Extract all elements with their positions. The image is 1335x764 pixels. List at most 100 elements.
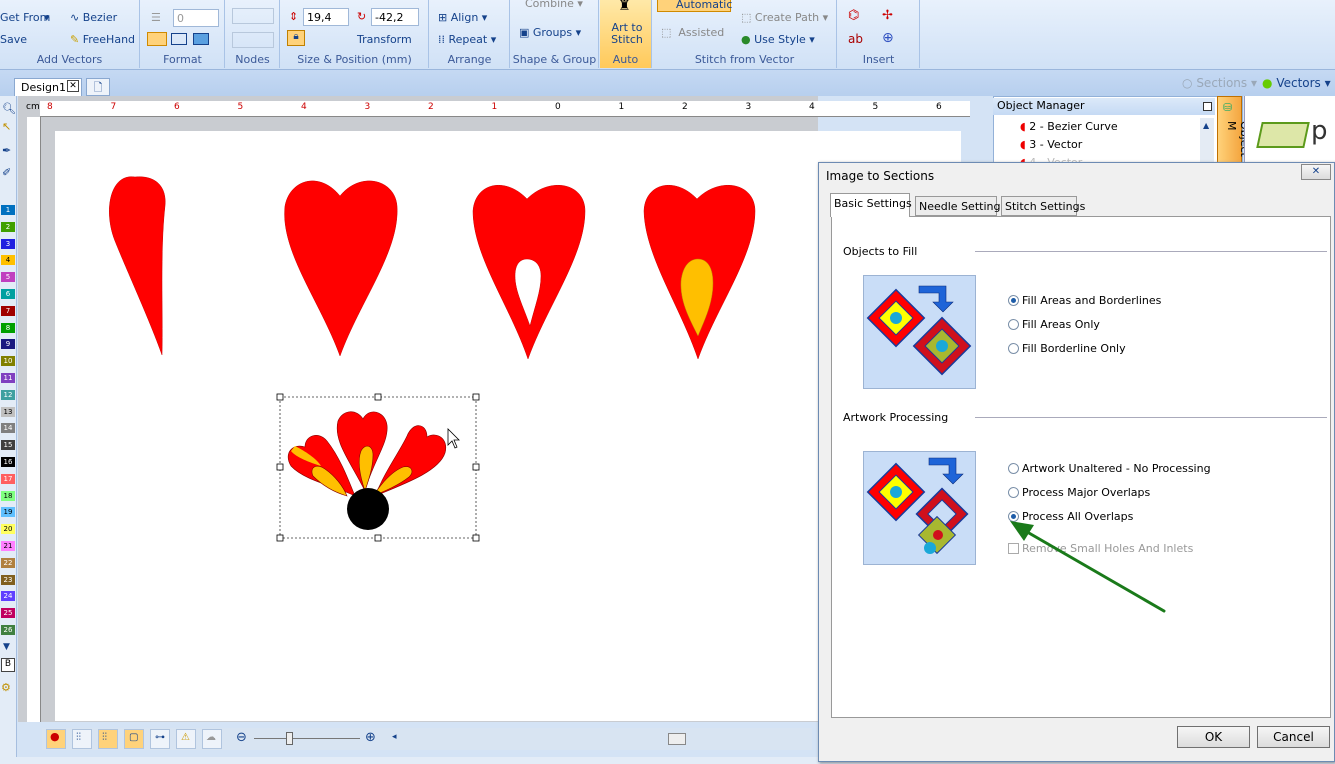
height-spin[interactable]: 19,4 xyxy=(303,8,349,26)
lock-icon[interactable]: 🔒︎ xyxy=(287,30,305,46)
palette-color-9[interactable]: 9 xyxy=(1,339,15,350)
zoom-slider-thumb[interactable] xyxy=(286,732,293,745)
both-format-button[interactable] xyxy=(193,33,209,45)
insert-shape-icon[interactable]: ⌬ xyxy=(848,8,859,23)
palette-color-21[interactable]: 21 xyxy=(1,541,15,551)
palette-color-5[interactable]: 5 xyxy=(1,272,15,283)
palette-color-18[interactable]: 18 xyxy=(1,490,15,501)
palette-color-2[interactable]: 2 xyxy=(1,221,15,232)
tab-basic-settings[interactable]: Basic Settings xyxy=(830,193,912,217)
palette-color-13[interactable]: 13 xyxy=(1,406,15,417)
get-from-button[interactable]: Get From xyxy=(0,11,50,24)
zoom-out-icon[interactable]: ⊖ xyxy=(236,730,247,745)
groups-button[interactable]: ▣ Groups ▾ xyxy=(519,26,581,39)
logo-image xyxy=(1256,122,1310,148)
dropdown-arrow-icon[interactable]: ▾ xyxy=(44,11,50,24)
node-tool-button[interactable] xyxy=(232,8,274,24)
ruler-tick-label: 2 xyxy=(682,102,688,112)
rotation-spin[interactable]: -42,2 xyxy=(371,8,419,26)
palette-color-22[interactable]: 22 xyxy=(1,557,15,568)
ok-button[interactable]: OK xyxy=(1177,726,1250,748)
dialog-close-button[interactable]: ✕ xyxy=(1301,164,1331,180)
palette-color-12[interactable]: 12 xyxy=(1,389,15,400)
panel-restore-icon[interactable] xyxy=(1203,102,1212,111)
needle-points-button[interactable]: ⫶⫶ xyxy=(72,729,92,749)
insert-star-icon[interactable]: ✢ xyxy=(882,8,893,23)
palette-color-8[interactable]: 8 xyxy=(1,322,15,333)
warnings-button[interactable]: ⚠ xyxy=(176,729,196,749)
nodes-view-button[interactable]: ⊶ xyxy=(150,729,170,749)
zoom-in-icon[interactable]: ⊕ xyxy=(365,730,376,745)
palette-color-19[interactable]: 19 xyxy=(1,507,15,518)
scroll-left-icon[interactable]: ◂ xyxy=(392,732,397,742)
object-list-item[interactable]: ◖ 3 - Vector xyxy=(1020,138,1082,151)
palette-color-15[interactable]: 15 xyxy=(1,440,15,451)
assisted-button[interactable]: ⬚ Assisted xyxy=(661,26,724,39)
zoom-slider-track[interactable] xyxy=(254,738,360,739)
palette-color-3[interactable]: 3 xyxy=(1,238,15,249)
close-icon[interactable]: ✕ xyxy=(67,80,79,92)
new-tab-button[interactable]: 🗋︎ xyxy=(86,78,110,96)
repeat-button[interactable]: ⁞⁞ Repeat ▾ xyxy=(438,33,496,46)
eyedropper-icon[interactable]: ✐ xyxy=(2,166,11,179)
node-align-button[interactable] xyxy=(232,32,274,48)
palette-color-14[interactable]: 14 xyxy=(1,423,15,434)
palette-color-23[interactable]: 23 xyxy=(1,574,15,585)
combine-button[interactable]: Combine ▾ xyxy=(525,0,583,10)
palette-color-11[interactable]: 11 xyxy=(1,373,15,383)
radio-option[interactable]: Process Major Overlaps xyxy=(1008,486,1150,499)
save-button[interactable]: Save xyxy=(0,33,27,46)
use-style-button[interactable]: ● Use Style ▾ xyxy=(741,33,815,46)
palette-color-6[interactable]: 6 xyxy=(1,289,15,299)
automatic-button[interactable]: Automatic xyxy=(657,0,732,12)
palette-color-4[interactable]: 4 xyxy=(1,255,15,266)
sections-toggle[interactable]: ○ Sections ▾ xyxy=(1182,76,1257,90)
insert-text-icon[interactable]: ab xyxy=(848,32,863,46)
palette-color-7[interactable]: 7 xyxy=(1,305,15,316)
ribbon-group-add-vectors: Get From ▾ Save ∿ Bezier ✎ FreeHand Add … xyxy=(0,0,140,68)
palette-color-17[interactable]: 17 xyxy=(1,473,15,484)
palette-scroll-down-icon[interactable]: ▼ xyxy=(3,642,10,652)
bezier-button[interactable]: ∿ Bezier xyxy=(70,11,117,24)
zoom-icon[interactable]: 🔍︎ xyxy=(2,102,16,115)
pen-tool-icon[interactable]: ✒ xyxy=(2,144,11,157)
stitch-view-button[interactable]: ● xyxy=(46,729,66,749)
background-color-button[interactable]: B xyxy=(1,658,15,672)
radio-option[interactable]: Fill Areas and Borderlines xyxy=(1008,294,1161,307)
palette-color-25[interactable]: 25 xyxy=(1,608,15,619)
radio-option[interactable]: Artwork Unaltered - No Processing xyxy=(1008,462,1211,475)
tab-needle-settings[interactable]: Needle Settings xyxy=(915,196,1006,216)
fill-view-button[interactable]: ⫶⫶ xyxy=(98,729,118,749)
tab-design1[interactable]: Design1 ✕ xyxy=(14,78,82,96)
object-list-scrollbar[interactable]: ▲ xyxy=(1200,118,1214,164)
art-to-stitch-button[interactable]: Art to Stitch xyxy=(610,22,644,46)
palette-color-20[interactable]: 20 xyxy=(1,524,15,535)
cancel-button[interactable]: Cancel xyxy=(1257,726,1330,748)
object-manager-side-tab[interactable]: Object M ⛁ xyxy=(1217,96,1251,166)
palette-color-1[interactable]: 1 xyxy=(1,205,15,215)
object-list-item[interactable]: ◖ 2 - Bezier Curve xyxy=(1020,120,1118,133)
create-path-button[interactable]: ⬚ Create Path ▾ xyxy=(741,11,828,24)
radio-option[interactable]: Fill Areas Only xyxy=(1008,318,1100,331)
ribbon-group-size-position: ⇕ 19,4 ↻ -42,2 🔒︎ Transform Size & Posit… xyxy=(281,0,429,68)
insert-globe-icon[interactable]: ⊕ xyxy=(882,30,894,46)
format-width-spin[interactable]: 0 xyxy=(173,9,219,27)
transform-button[interactable]: Transform xyxy=(357,33,412,46)
align-button[interactable]: ⊞ Align ▾ xyxy=(438,11,487,24)
palette-color-24[interactable]: 24 xyxy=(1,591,15,602)
select-tool-icon[interactable]: ↖ xyxy=(2,120,11,133)
scroll-up-icon[interactable]: ▲ xyxy=(1203,121,1209,130)
freehand-button[interactable]: ✎ FreeHand xyxy=(70,33,135,46)
outline-format-button[interactable] xyxy=(171,33,187,45)
fill-format-button[interactable] xyxy=(147,32,167,46)
palette-color-10[interactable]: 10 xyxy=(1,356,15,367)
tab-stitch-settings[interactable]: Stitch Settings xyxy=(1001,196,1085,216)
vector-view-button[interactable]: ▢ xyxy=(124,729,144,749)
vectors-toggle[interactable]: ● Vectors ▾ xyxy=(1262,76,1331,90)
tool-icon[interactable]: ⚙ xyxy=(1,681,11,694)
palette-color-26[interactable]: 26 xyxy=(1,625,15,635)
cloud-button[interactable]: ☁ xyxy=(202,729,222,749)
palette-color-16[interactable]: 16 xyxy=(1,457,15,467)
radio-option[interactable]: Fill Borderline Only xyxy=(1008,342,1126,355)
horizontal-scrollbar-thumb[interactable] xyxy=(668,733,686,745)
